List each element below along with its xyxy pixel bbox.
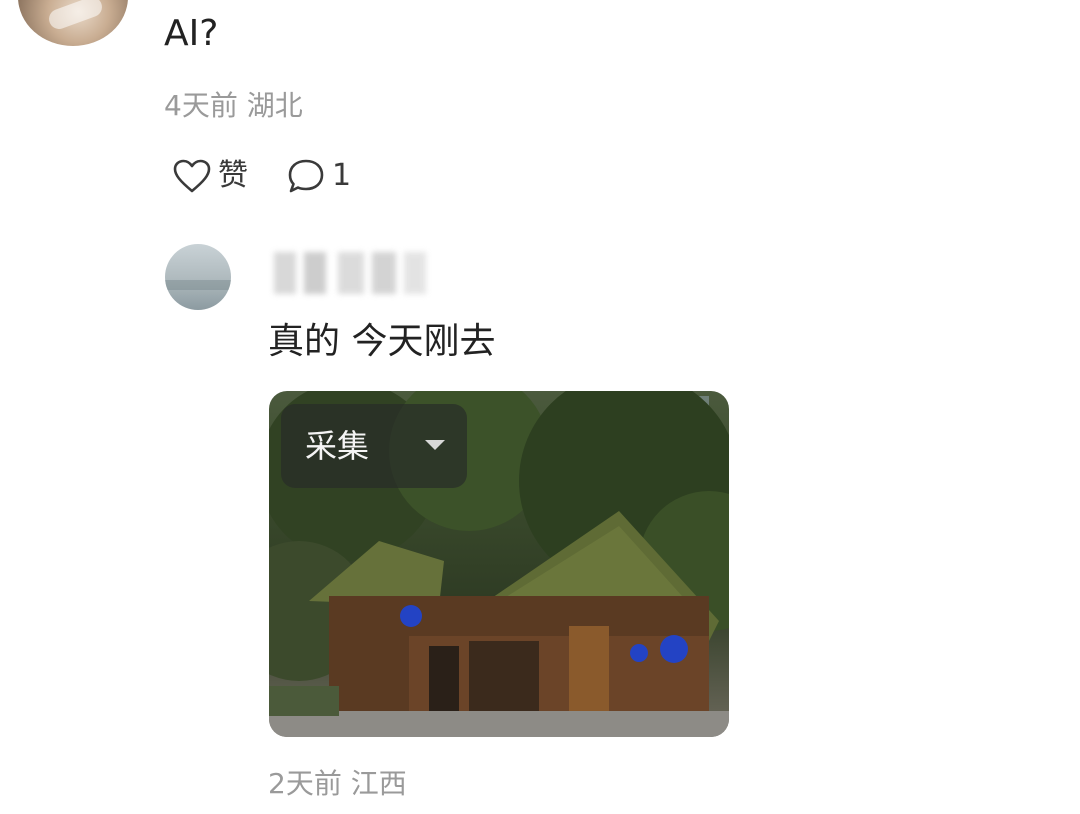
commenter-avatar[interactable] xyxy=(18,0,128,46)
reply-button[interactable]: 1 xyxy=(286,156,351,196)
comment-actions: 赞 1 xyxy=(172,152,351,200)
reply-avatar[interactable] xyxy=(165,244,231,310)
heart-outline-icon xyxy=(173,159,211,193)
speech-bubble-icon xyxy=(288,159,324,193)
like-label: 赞 xyxy=(218,158,248,193)
comment-meta: 4天前 湖北 xyxy=(164,86,303,126)
collect-dropdown[interactable]: 采集 xyxy=(281,404,467,488)
like-button[interactable]: 赞 xyxy=(172,156,248,196)
reply-time: 2天前 xyxy=(268,767,342,800)
reply-text: 真的 今天刚去 xyxy=(268,321,496,362)
collect-label: 采集 xyxy=(305,427,370,465)
reply-username-blurred[interactable] xyxy=(268,252,430,294)
reply-location: 江西 xyxy=(350,767,407,800)
reply-count: 1 xyxy=(332,158,352,193)
comment-location: 湖北 xyxy=(246,89,303,122)
reply-meta: 2天前 江西 xyxy=(268,764,407,804)
caret-down-icon xyxy=(425,440,445,450)
comment-text: AI? xyxy=(164,13,219,54)
comment-time: 4天前 xyxy=(164,89,238,122)
